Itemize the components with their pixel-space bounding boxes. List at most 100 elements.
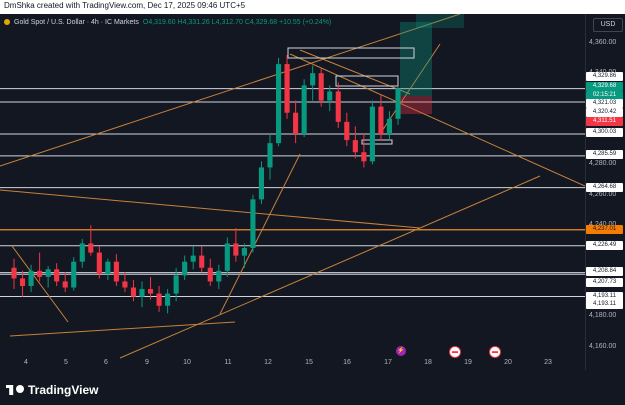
candle-body xyxy=(310,73,316,86)
attribution-text: DmShka created with TradingView.com, Dec… xyxy=(4,1,246,10)
candle-body xyxy=(378,106,384,134)
drawing-overlay xyxy=(0,14,585,359)
candle-body xyxy=(395,88,401,119)
candle-body xyxy=(335,91,341,122)
candle-body xyxy=(182,261,188,276)
candle-body xyxy=(79,243,85,262)
time-axis-label: 17 xyxy=(384,359,392,366)
price-axis-label: 4,160.00 xyxy=(589,342,617,350)
candle-body xyxy=(258,167,265,200)
time-axis-label: 12 xyxy=(264,359,272,366)
candle-body xyxy=(275,64,282,144)
candle-body xyxy=(216,270,222,282)
chart-window: DmShka created with TradingView.com, Dec… xyxy=(0,0,625,405)
time-axis-label: 4 xyxy=(24,359,28,366)
candle-body xyxy=(130,287,137,297)
candle-body xyxy=(122,281,128,288)
us-flag-event-icon[interactable]: ▬ xyxy=(489,346,501,358)
ohlc-values: O4,319.60 H4,331.26 L4,312.70 C4,329.68 … xyxy=(142,18,332,26)
candle-body xyxy=(241,248,247,256)
price-tag: 4,321.03 xyxy=(586,99,623,108)
price-tag: 4,226.49 xyxy=(586,241,623,250)
price-axis-label: 4,280.00 xyxy=(589,160,617,168)
candle-body xyxy=(173,275,179,294)
time-axis-label: 19 xyxy=(464,359,472,366)
price-tag: 4,207.73 xyxy=(586,278,623,287)
price-tag: 4,329.68 xyxy=(586,82,623,91)
trend-line xyxy=(0,14,461,167)
candle-body xyxy=(45,269,51,277)
candle-body xyxy=(156,293,162,306)
time-axis-label: 9 xyxy=(145,359,149,366)
price-tag: 4,193.11 xyxy=(586,300,623,309)
candle-body xyxy=(207,267,213,282)
candle-body xyxy=(62,281,68,288)
time-axis-label: 10 xyxy=(183,359,191,366)
lightning-event-icon[interactable]: ⚡ xyxy=(396,346,406,356)
candle-body xyxy=(199,255,205,268)
candle-body xyxy=(54,269,60,282)
time-axis-label: 5 xyxy=(64,359,68,366)
price-tag: 4,208.84 xyxy=(586,267,623,276)
candle-body xyxy=(369,106,375,162)
zone-box xyxy=(335,75,399,87)
trend-line xyxy=(289,53,585,187)
candle-body xyxy=(88,243,94,253)
price-axis-label: 4,180.00 xyxy=(589,312,617,320)
candle-body xyxy=(224,243,230,271)
price-tag: 4,320.42 xyxy=(586,108,623,117)
candle-body xyxy=(352,140,358,153)
candle-body xyxy=(105,261,111,274)
candle-body xyxy=(233,243,239,256)
symbol-name: Gold Spot / U.S. Dollar · 4h · IC Market… xyxy=(14,18,139,26)
price-tag: 4,329.86 xyxy=(586,72,623,81)
time-axis[interactable]: 4 5 6 9 10 11 12 15 16 17 18 19 20 23 xyxy=(0,356,585,370)
candle-body xyxy=(267,143,273,168)
price-tag: 4,300.03 xyxy=(586,128,623,137)
candle-body xyxy=(361,152,367,162)
long-position-profit-zone xyxy=(400,22,432,96)
candle-body xyxy=(327,91,333,101)
candle-body xyxy=(301,85,307,134)
candle-body xyxy=(96,252,102,274)
market-status-icon xyxy=(4,19,10,25)
candle-body xyxy=(19,278,26,286)
price-axis-label: 4,360.00 xyxy=(589,38,617,46)
candle-body xyxy=(139,289,145,297)
candle-body xyxy=(11,267,17,279)
candle-body xyxy=(113,261,119,282)
time-axis-label: 16 xyxy=(343,359,351,366)
tradingview-logo: TradingView xyxy=(6,383,98,397)
candle-body xyxy=(28,270,34,286)
time-axis-label: 20 xyxy=(504,359,512,366)
symbol-legend[interactable]: Gold Spot / U.S. Dollar · 4h · IC Market… xyxy=(4,16,331,28)
us-flag-event-icon[interactable]: ▬ xyxy=(449,346,461,358)
candle-body xyxy=(344,121,350,141)
time-axis-label: 6 xyxy=(104,359,108,366)
candle-body xyxy=(386,118,393,134)
candle-body xyxy=(71,261,77,288)
time-axis-label: 11 xyxy=(224,359,232,366)
price-tag: 4,311.51 xyxy=(586,117,623,126)
candle-body xyxy=(293,112,299,134)
candle-body xyxy=(318,73,324,101)
trend-line xyxy=(9,321,236,337)
time-axis-label: 18 xyxy=(424,359,432,366)
candle-body xyxy=(165,293,171,306)
price-tag: 4,237.01 xyxy=(586,225,623,234)
long-position-loss-zone xyxy=(400,96,432,114)
attribution-bar: DmShka created with TradingView.com, Dec… xyxy=(0,0,625,14)
candle-body xyxy=(284,64,290,113)
price-tag: 4,264.68 xyxy=(586,183,623,192)
position-highlight-zone xyxy=(416,14,464,28)
time-axis-label: 23 xyxy=(544,359,552,366)
price-chart[interactable] xyxy=(0,14,585,370)
candle-body xyxy=(37,270,43,277)
small-zone-box xyxy=(361,139,393,145)
time-axis-label: 15 xyxy=(305,359,313,366)
tradingview-logo-dot-icon xyxy=(16,385,24,393)
trend-line xyxy=(299,49,411,95)
currency-button[interactable]: USD xyxy=(593,18,623,32)
price-tag: 4,285.59 xyxy=(586,150,623,159)
trend-line xyxy=(0,189,421,229)
